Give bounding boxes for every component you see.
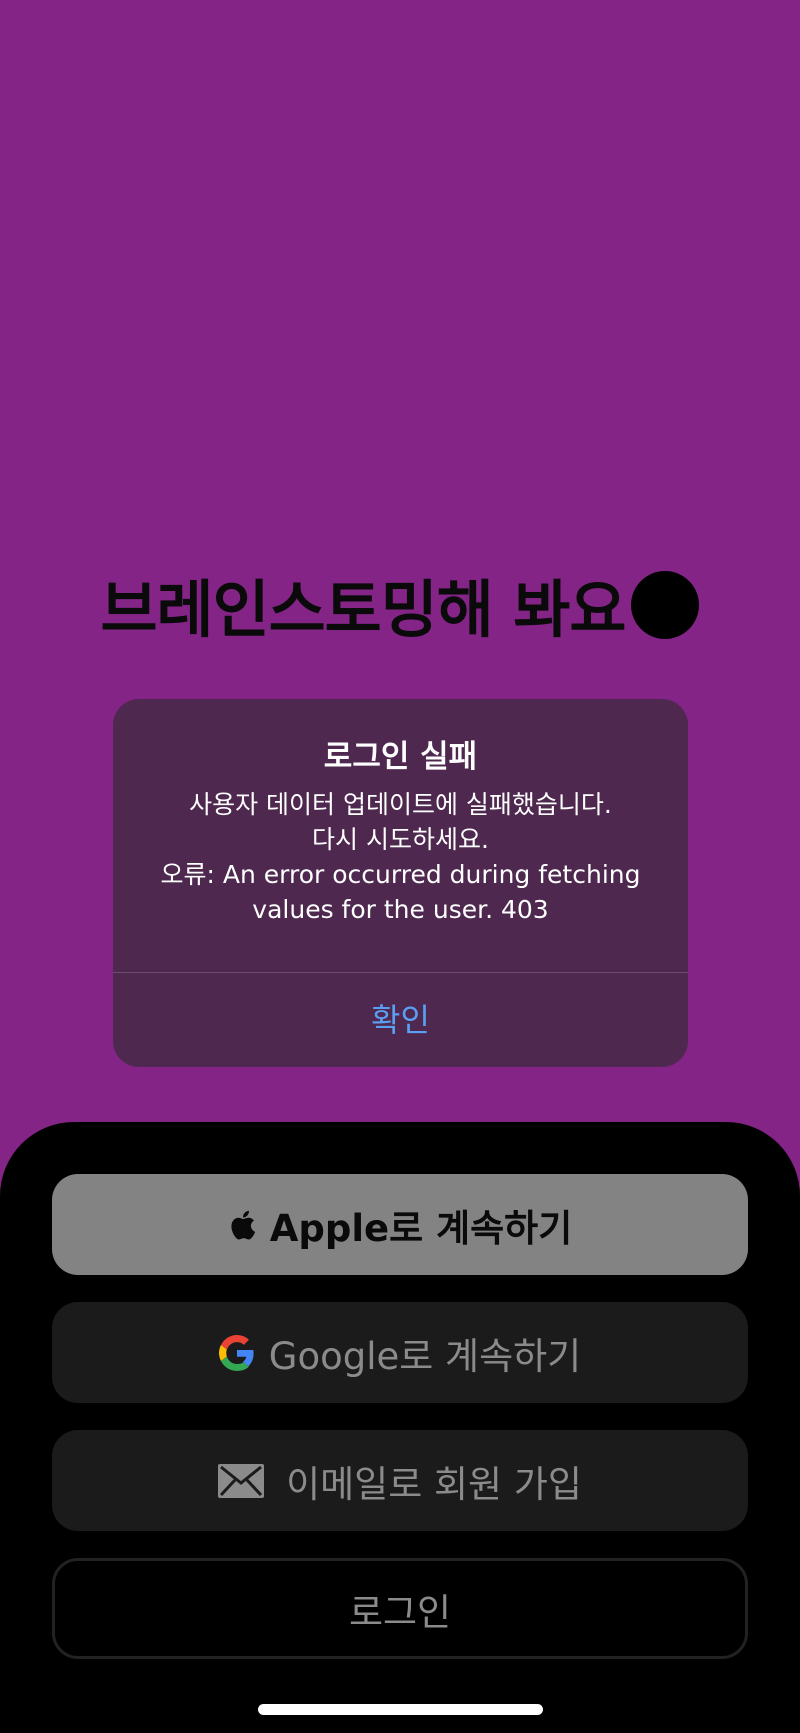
google-logo-icon bbox=[218, 1334, 255, 1371]
login-button[interactable]: 로그인 bbox=[52, 1558, 748, 1659]
alert-title: 로그인 실패 bbox=[323, 739, 478, 775]
alert-message-line: 오류: An error occurred during fetching bbox=[160, 860, 641, 889]
auth-sheet: Apple로 계속하기 Google로 계속하기 이메일로 회원 가입 로그인 bbox=[0, 1122, 800, 1733]
alert-message-line: 사용자 데이터 업데이트에 실패했습니다. bbox=[189, 790, 612, 819]
continue-with-google-button[interactable]: Google로 계속하기 bbox=[52, 1302, 748, 1403]
alert-message-line: 다시 시도하세요. bbox=[312, 825, 489, 854]
home-indicator bbox=[258, 1704, 543, 1715]
continue-with-apple-button[interactable]: Apple로 계속하기 bbox=[52, 1174, 748, 1275]
login-failed-alert: 로그인 실패 사용자 데이터 업데이트에 실패했습니다. 다시 시도하세요. 오… bbox=[113, 699, 688, 1067]
continue-with-google-label: Google로 계속하기 bbox=[268, 1334, 582, 1378]
email-signup-label: 이메일로 회원 가입 bbox=[286, 1462, 582, 1506]
black-circle-emoji-icon bbox=[631, 571, 700, 639]
email-signup-button[interactable]: 이메일로 회원 가입 bbox=[52, 1430, 748, 1531]
apple-logo-icon bbox=[228, 1208, 256, 1242]
login-label: 로그인 bbox=[348, 1590, 452, 1634]
alert-message: 사용자 데이터 업데이트에 실패했습니다. 다시 시도하세요. 오류: An e… bbox=[133, 787, 668, 927]
alert-confirm-button[interactable]: 확인 bbox=[113, 973, 688, 1067]
headline-text: 브레인스토밍해 봐요 bbox=[100, 573, 627, 646]
alert-message-line: values for the user. 403 bbox=[252, 895, 549, 924]
headline: 브레인스토밍해 봐요 bbox=[0, 568, 800, 652]
envelope-icon bbox=[218, 1463, 265, 1498]
continue-with-apple-label: Apple로 계속하기 bbox=[269, 1206, 573, 1250]
